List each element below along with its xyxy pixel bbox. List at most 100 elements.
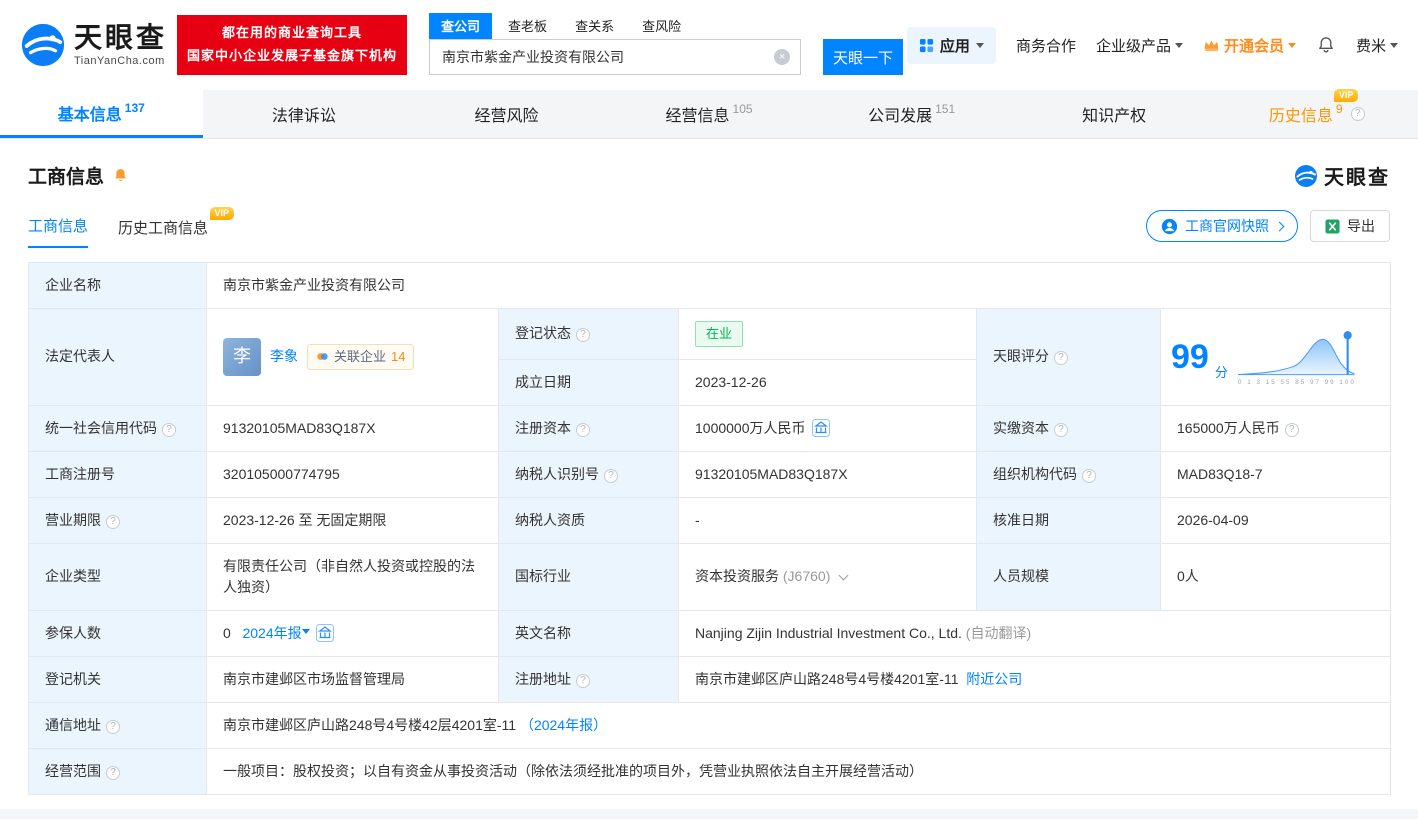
label-text: 通信地址 <box>45 716 101 733</box>
tianyancha-logo[interactable]: 天眼查 TianYanCha.com <box>20 22 167 68</box>
field-label: 实缴资本? <box>976 404 1161 452</box>
tab-history-info[interactable]: 历史信息 VIP 9 ? <box>1215 89 1418 138</box>
industry-value: 资本投资服务 (J6760) <box>678 542 977 611</box>
search-tab-risk[interactable]: 查风险 <box>630 13 693 39</box>
field-label: 登记状态? <box>498 308 679 360</box>
value-text: 南京市建邺区庐山路248号4号楼42层4201室-11 <box>223 716 517 733</box>
help-icon[interactable]: ? <box>576 328 590 343</box>
field-label: 纳税人资质 <box>498 496 679 544</box>
score-distribution-chart: 0 1 3 15 55 85 97 99 100 <box>1237 330 1354 386</box>
subtab-business-info[interactable]: 工商信息 <box>28 215 89 248</box>
nav-open-membership[interactable]: 开通会员 <box>1203 35 1296 56</box>
label-text: 注册地址 <box>515 670 571 687</box>
page: 天眼查 TianYanCha.com 都在用的商业查询工具 国家中小企业发展子基… <box>0 0 1418 819</box>
tab-intellectual-property[interactable]: 知识产权 <box>1013 90 1216 138</box>
caret-down-icon[interactable] <box>301 628 310 638</box>
help-icon[interactable]: ? <box>1284 422 1299 437</box>
table-row: 工商注册号 320105000774795 纳税人识别号? 91320105MA… <box>28 450 1391 498</box>
legal-rep-name-link[interactable]: 李象 <box>270 346 298 367</box>
value-text: 资本投资服务 <box>695 568 779 584</box>
search-tab-boss[interactable]: 查老板 <box>496 13 559 39</box>
paid-capital-value: 165000万人民币? <box>1160 404 1391 452</box>
help-icon[interactable]: ? <box>576 673 590 688</box>
slogan-line-1: 都在用的商业查询工具 <box>222 25 363 41</box>
help-icon[interactable]: ? <box>106 514 120 529</box>
logo-wave-icon <box>1295 164 1317 187</box>
tab-count: 105 <box>732 102 753 116</box>
top-header: 天眼查 TianYanCha.com 都在用的商业查询工具 国家中小企业发展子基… <box>0 0 1418 90</box>
vip-badge: VIP <box>209 207 235 220</box>
user-menu[interactable]: 费米 <box>1356 35 1398 56</box>
table-row: 法定代表人 李 李象 关联企业 14 登记状态 ? 在业 天眼评分 ? 99 分… <box>28 308 1391 406</box>
tab-label: 公司发展 <box>868 108 933 125</box>
tab-label: 法律诉讼 <box>271 108 336 125</box>
establish-date-value: 2023-12-26 <box>678 358 977 406</box>
business-info-table: 企业名称 南京市紫金产业投资有限公司 法定代表人 李 李象 关联企业 14 登记… <box>28 262 1391 795</box>
help-icon[interactable]: ? <box>1350 107 1365 121</box>
annual-report-link[interactable]: （2024年报） <box>520 717 607 733</box>
help-icon[interactable]: ? <box>106 719 120 734</box>
insured-change-record-icon[interactable] <box>315 623 334 642</box>
enterprise-label: 企业级产品 <box>1095 37 1171 55</box>
tab-label: 历史信息 <box>1268 108 1333 125</box>
org-code-value: MAD83Q18-7 <box>1160 450 1391 498</box>
subtab-label: 历史工商信息 <box>118 220 209 237</box>
label-text: 纳税人识别号 <box>515 465 599 482</box>
annual-report-link[interactable]: 2024年报 <box>242 625 301 641</box>
bell-icon <box>1319 37 1333 53</box>
help-icon[interactable]: ? <box>576 422 590 437</box>
reg-address-value: 南京市建邺区庐山路248号4号楼4201室-11 附近公司 <box>678 655 1391 703</box>
nearby-companies-link[interactable]: 附近公司 <box>966 671 1022 687</box>
tab-basic-info[interactable]: 基本信息 137 <box>0 90 203 138</box>
nav-enterprise-products[interactable]: 企业级产品 <box>1096 35 1183 56</box>
notification-bell[interactable] <box>1316 35 1336 55</box>
chevron-down-icon[interactable] <box>838 570 849 581</box>
related-count: 14 <box>391 349 406 364</box>
avatar[interactable]: 李 <box>223 337 261 376</box>
tab-operation-risk[interactable]: 经营风险 <box>405 90 608 138</box>
subscribe-bell-icon[interactable] <box>112 167 129 184</box>
credit-code-value: 91320105MAD83Q187X <box>206 404 499 452</box>
search-button[interactable]: 天眼一下 <box>823 39 904 75</box>
field-label: 组织机构代码? <box>976 450 1161 498</box>
search-tab-company[interactable]: 查公司 <box>429 13 493 39</box>
watermark-logo: 天眼查 <box>1294 161 1390 190</box>
search-tab-relation[interactable]: 查关系 <box>563 13 626 39</box>
search-input[interactable] <box>430 40 801 74</box>
apps-label: 应用 <box>939 37 970 55</box>
value-text: Nanjing Zijin Industrial Investment Co.,… <box>695 624 962 641</box>
score-unit: 分 <box>1214 365 1228 381</box>
apps-menu[interactable]: 应用 <box>906 26 996 64</box>
tab-company-development[interactable]: 公司发展 151 <box>810 90 1013 138</box>
help-icon[interactable]: ? <box>106 765 120 780</box>
tab-count: 151 <box>935 102 956 116</box>
tab-label: 经营信息 <box>665 108 730 125</box>
field-label: 人员规模 <box>976 542 1161 611</box>
tab-legal-litigation[interactable]: 法律诉讼 <box>203 90 406 138</box>
help-icon[interactable]: ? <box>1054 351 1068 366</box>
field-label: 参保人数 <box>28 609 207 657</box>
help-icon[interactable]: ? <box>162 422 176 437</box>
approve-date-value: 2026-04-09 <box>1160 496 1391 544</box>
chevron-right-icon <box>1274 221 1285 231</box>
help-icon[interactable]: ? <box>604 468 618 483</box>
official-snapshot-button[interactable]: 工商官网快照 <box>1146 210 1298 242</box>
table-row: 企业类型 有限责任公司（非自然人投资或控股的法人独资） 国标行业 资本投资服务 … <box>28 542 1391 611</box>
main-content: 工商信息 天眼查 工商信息 历史工商信息 VIP 工商官网快照 导出 企业名称 … <box>0 161 1418 795</box>
field-label: 天眼评分? <box>976 308 1161 406</box>
clear-icon[interactable]: × <box>774 49 791 65</box>
tab-operation-info[interactable]: 经营信息 105 <box>608 90 811 138</box>
caret-down-icon <box>1287 43 1296 52</box>
reg-capital-value: 1000000万人民币 <box>678 404 977 452</box>
mail-address-value: 南京市建邺区庐山路248号4号楼42层4201室-11 （2024年报） <box>206 701 1391 749</box>
help-icon[interactable]: ? <box>1054 422 1068 437</box>
nav-cooperation[interactable]: 商务合作 <box>1016 35 1076 56</box>
membership-label: 开通会员 <box>1223 37 1284 55</box>
tianyan-score-cell[interactable]: 99 分 0 1 3 15 55 85 97 99 100 <box>1160 308 1391 406</box>
help-icon[interactable]: ? <box>1082 468 1096 483</box>
table-row: 参保人数 0 2024年报 英文名称 Nanjing Zijin Industr… <box>28 609 1391 657</box>
related-companies-tag[interactable]: 关联企业 14 <box>307 344 415 370</box>
subtab-history-business-info[interactable]: 历史工商信息 VIP <box>118 207 235 248</box>
capital-change-record-icon[interactable] <box>811 418 830 437</box>
export-button[interactable]: 导出 <box>1310 210 1390 242</box>
